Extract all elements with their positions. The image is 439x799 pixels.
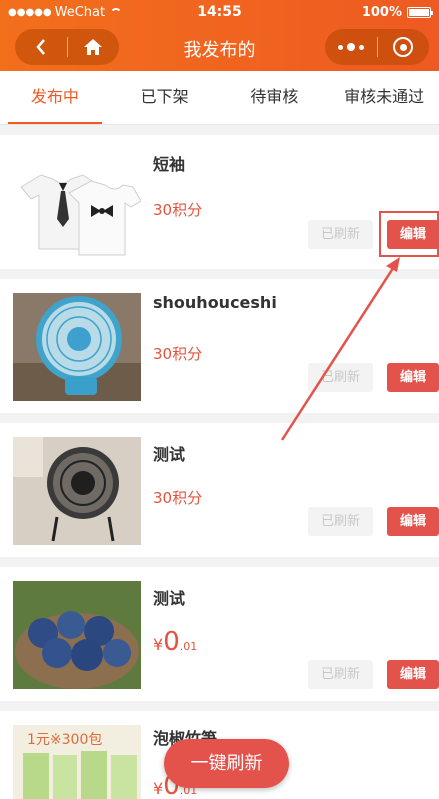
close-miniprogram-button[interactable] bbox=[378, 29, 430, 65]
refreshed-button[interactable]: 已刷新 bbox=[308, 220, 373, 249]
item-price: 30积分 bbox=[153, 201, 203, 219]
refresh-all-button[interactable]: 一键刷新 bbox=[164, 739, 289, 788]
tab-pending-review[interactable]: 待审核 bbox=[220, 71, 330, 124]
tab-removed[interactable]: 已下架 bbox=[110, 71, 220, 124]
item-title: shouhouceshi bbox=[153, 293, 277, 312]
tab-bar: 发布中 已下架 待审核 审核未通过 bbox=[0, 71, 439, 125]
list-item[interactable]: shouhouceshi 30积分 已刷新 编辑 bbox=[0, 279, 439, 413]
item-price: 30积分 bbox=[153, 489, 203, 507]
item-price: ¥0.01 bbox=[153, 627, 197, 657]
image-overlay-text: 1元※300包 bbox=[27, 732, 103, 748]
battery-fill bbox=[409, 8, 429, 16]
refreshed-button[interactable]: 已刷新 bbox=[308, 363, 373, 392]
item-title: 测试 bbox=[153, 589, 186, 608]
item-title: 测试 bbox=[153, 445, 186, 464]
item-image-bamboo-shoot: 1元※300包 bbox=[13, 725, 141, 799]
status-time: 14:55 bbox=[197, 4, 242, 20]
list-item[interactable]: 测试 30积分 已刷新 编辑 bbox=[0, 423, 439, 557]
item-price: 30积分 bbox=[153, 345, 203, 363]
item-title: 短袖 bbox=[153, 155, 186, 174]
tab-published[interactable]: 发布中 bbox=[0, 71, 110, 124]
price-integer: 0 bbox=[163, 627, 180, 657]
edit-button[interactable]: 编辑 bbox=[387, 363, 439, 392]
status-bar: ●●●●● WeChat 14:55 100% bbox=[0, 0, 439, 24]
nav-bar: 我发布的 bbox=[0, 24, 439, 71]
price-currency: ¥ bbox=[153, 779, 164, 798]
edit-button[interactable]: 编辑 bbox=[387, 660, 439, 689]
refreshed-button[interactable]: 已刷新 bbox=[308, 660, 373, 689]
tab-review-failed[interactable]: 审核未通过 bbox=[329, 71, 439, 124]
item-image-black-fan bbox=[13, 437, 141, 545]
list-item[interactable]: 短袖 30积分 已刷新 编辑 bbox=[0, 135, 439, 269]
item-image-tshirts bbox=[13, 157, 141, 265]
annotation-highlight-box bbox=[379, 211, 439, 257]
more-button[interactable] bbox=[325, 29, 377, 65]
item-image-blue-fan bbox=[13, 293, 141, 401]
refreshed-button[interactable]: 已刷新 bbox=[308, 507, 373, 536]
list-item[interactable]: 测试 ¥0.01 已刷新 编辑 bbox=[0, 567, 439, 701]
price-decimal: .01 bbox=[179, 640, 198, 653]
price-currency: ¥ bbox=[153, 635, 164, 654]
more-dots-icon bbox=[337, 43, 364, 51]
battery-icon bbox=[407, 6, 433, 18]
target-icon bbox=[393, 37, 414, 57]
item-image-blueberries bbox=[13, 581, 141, 689]
edit-button[interactable]: 编辑 bbox=[387, 507, 439, 536]
nav-capsule-right bbox=[325, 29, 429, 65]
